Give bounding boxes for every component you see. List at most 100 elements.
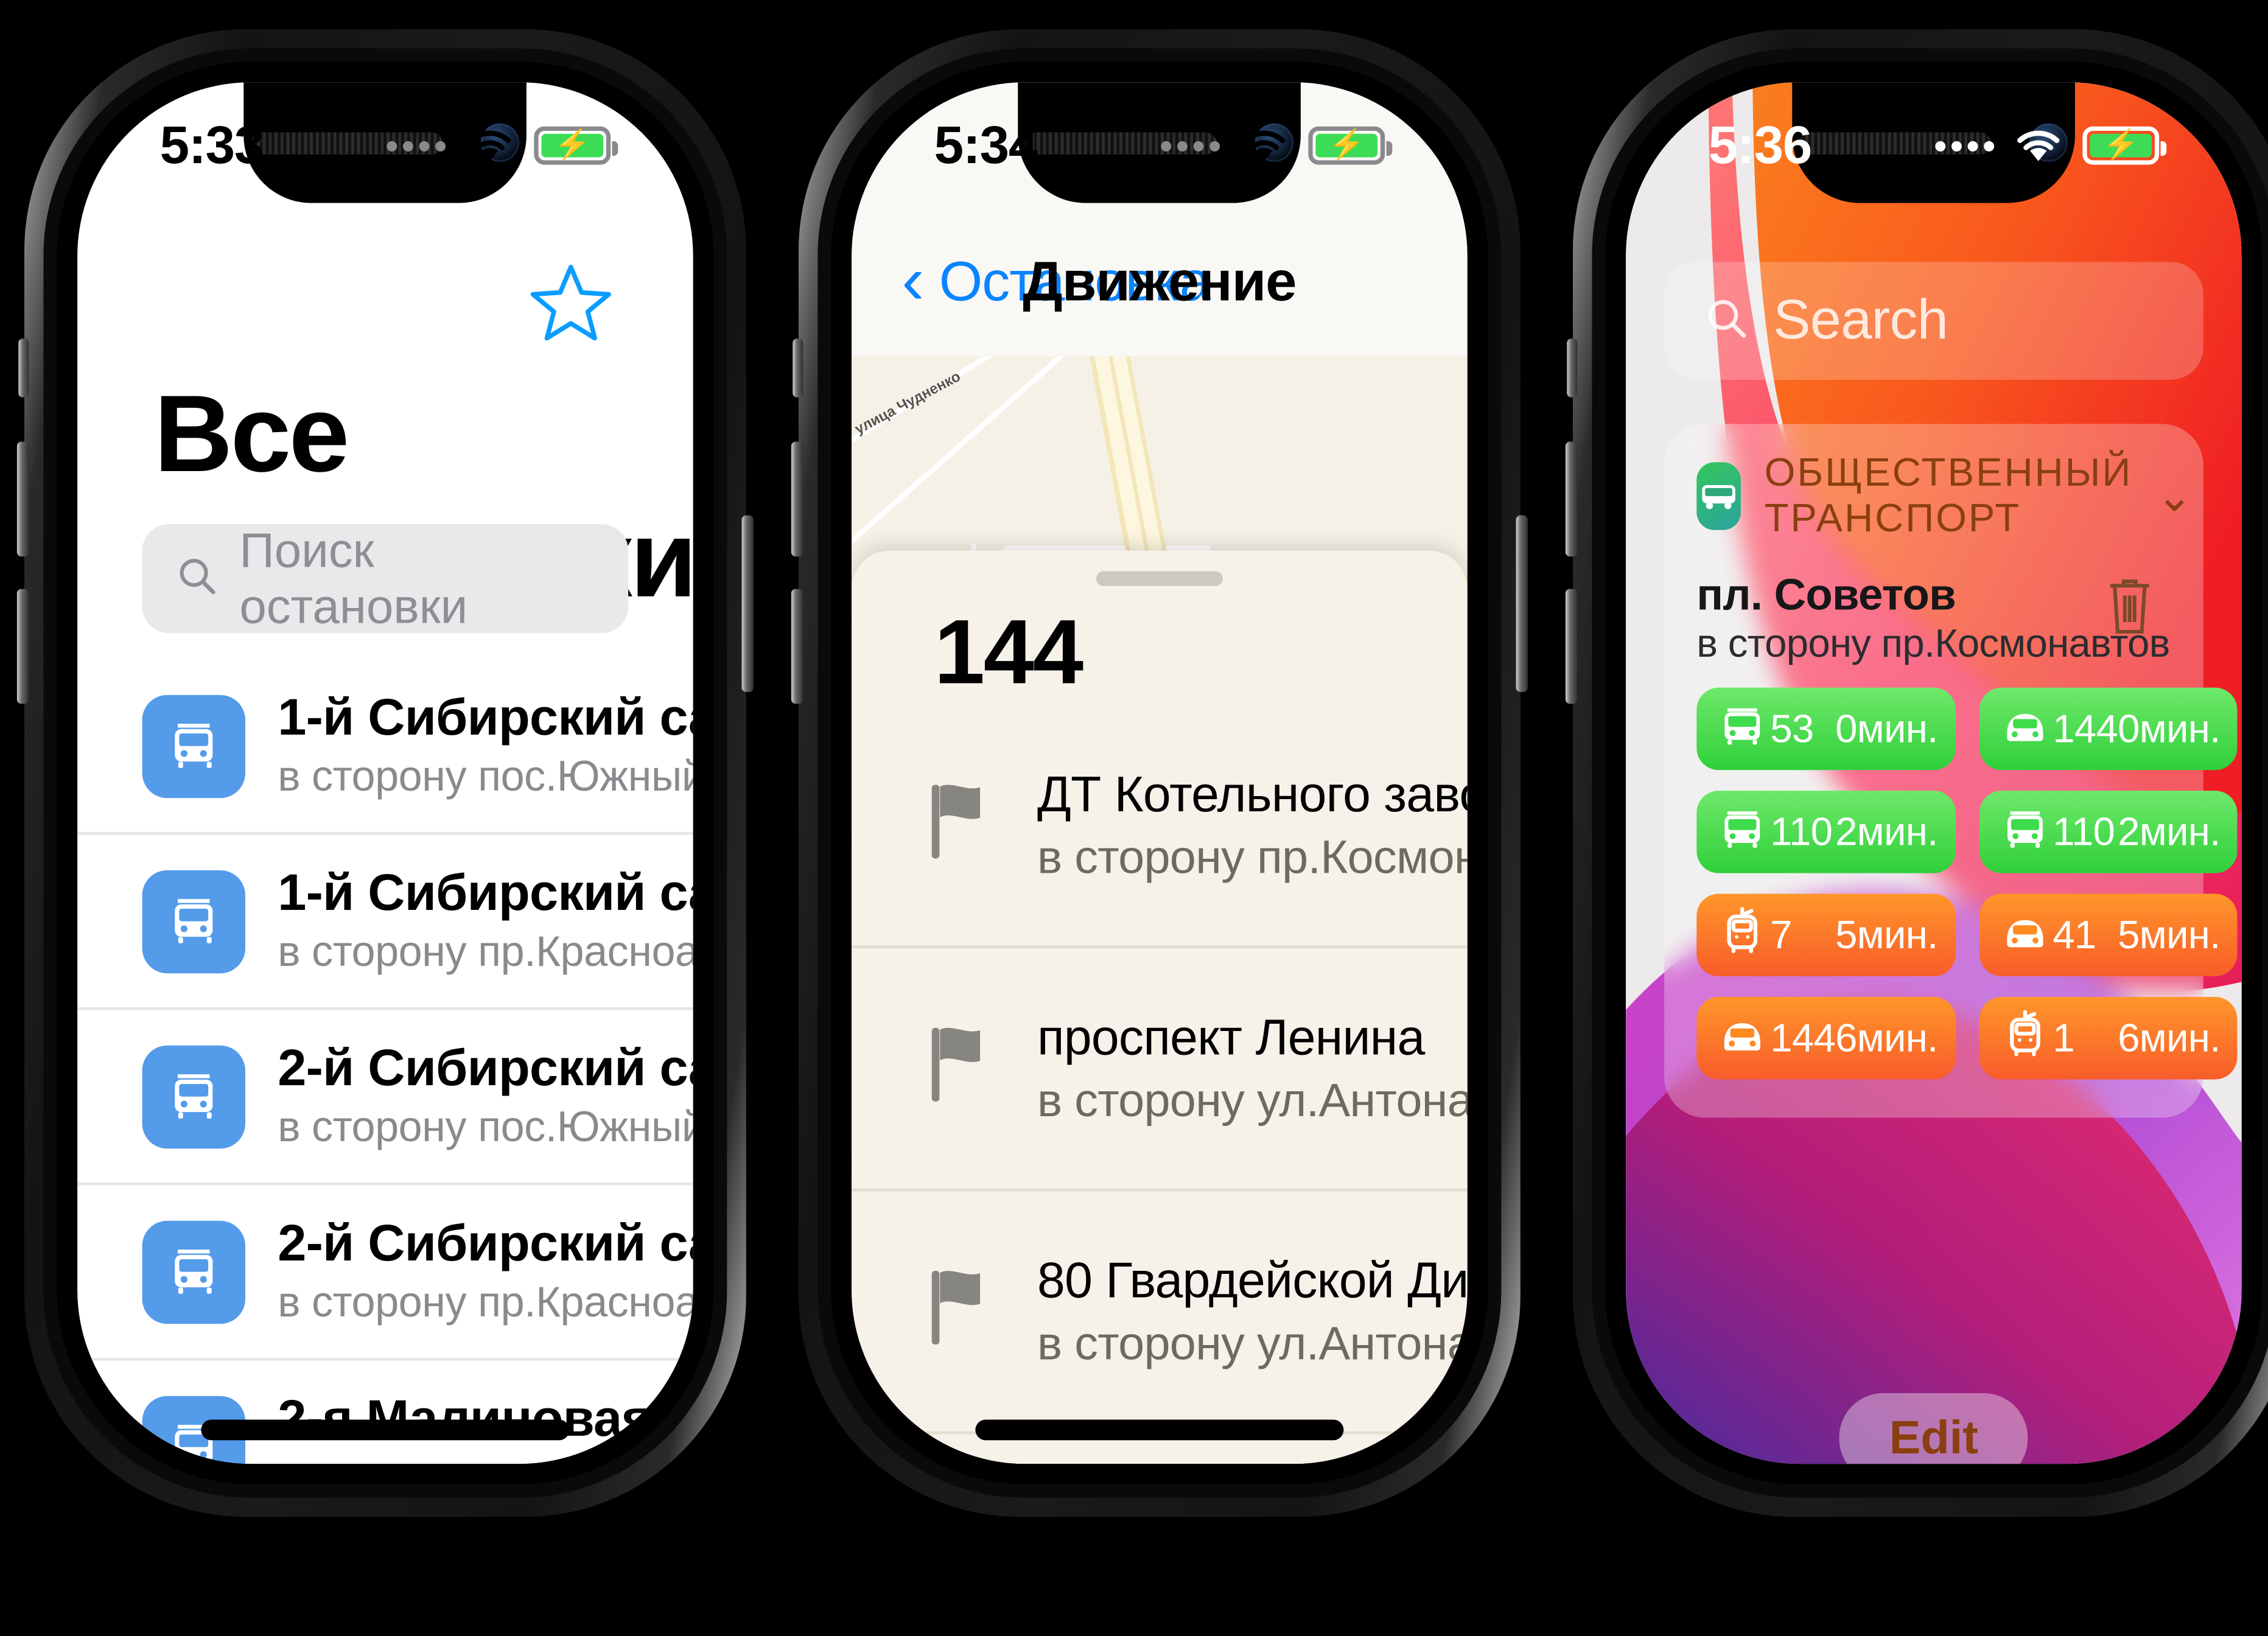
search-icon bbox=[1703, 293, 1749, 348]
search-input[interactable]: Поиск остановки bbox=[142, 522, 629, 634]
eta-value: 2мин. bbox=[1835, 809, 1938, 853]
route-number: 144 bbox=[934, 602, 1084, 704]
arrival-chip[interactable]: 110 2мин. bbox=[1979, 791, 2238, 873]
nav-title: Движение bbox=[1023, 251, 1297, 313]
volume-down-button[interactable] bbox=[791, 589, 803, 704]
volume-up-button[interactable] bbox=[1565, 441, 1578, 557]
stop-name: ДТ Котельного завода bbox=[1037, 766, 1468, 823]
status-time: 5:34 bbox=[934, 114, 1038, 175]
stop-name: 1-й Сибирский садовод bbox=[278, 864, 693, 922]
stops-list[interactable]: 1-й Сибирский садовод в сторону пос.Южный… bbox=[77, 660, 693, 1464]
stop-name: 2-й Сибирский садовод bbox=[278, 1215, 693, 1273]
volume-up-button[interactable] bbox=[791, 441, 803, 557]
list-item[interactable]: 2-я Малиноваяв сторону ул.Дружбы bbox=[77, 1361, 693, 1464]
stop-name: 80 Гвардейской Дивизии bbox=[1037, 1252, 1468, 1309]
phone-2-screen: 5:34 ⚡ Движение ‹ Остановка улица Чуднен… bbox=[852, 82, 1468, 1464]
arrival-chip[interactable]: 7 5мин. bbox=[1696, 893, 1956, 977]
stop-direction: в сторону ул.Дружбы bbox=[278, 1455, 691, 1464]
trash-icon[interactable] bbox=[2100, 572, 2159, 646]
stop-direction: в сторону ул.Антона Петрова bbox=[1037, 1315, 1468, 1369]
battery-charging-icon: ⚡ bbox=[534, 126, 618, 165]
stop-direction: в сторону пос.Южный bbox=[278, 1104, 693, 1152]
search-input[interactable]: Search bbox=[1664, 262, 2203, 380]
transit-widget[interactable]: ОБЩЕСТВЕННЫЙ ТРАНСПОРТ ⌄ пл. Советов в с… bbox=[1664, 424, 2238, 1118]
arrivals-grid[interactable]: 530мин. 1440мин. 60мин. 1102мин. 1102мин… bbox=[1696, 687, 2238, 1080]
cellular-dots-icon bbox=[1161, 140, 1220, 151]
search-placeholder: Поиск остановки bbox=[239, 522, 468, 634]
arrival-chip[interactable]: 144 6мин. bbox=[1696, 996, 1956, 1080]
route-stops-list[interactable]: ДТ Котельного завода в сторону пр.Космона… bbox=[852, 705, 1468, 1435]
stop-name: проспект Ленина bbox=[1037, 1009, 1425, 1066]
arrival-chip[interactable]: 1 6мин. bbox=[1979, 996, 2238, 1080]
phone-2-route-movement: 5:34 ⚡ Движение ‹ Остановка улица Чуднен… bbox=[791, 29, 1528, 1517]
edit-button[interactable]: Edit bbox=[1839, 1393, 2029, 1464]
cellular-dots-icon bbox=[387, 140, 446, 151]
list-item[interactable]: 1-й Сибирский садовод в сторону пр.Красно… bbox=[77, 835, 693, 1010]
status-bar: 5:36 ⚡ bbox=[1626, 82, 2242, 209]
route-number: 110 bbox=[1770, 809, 1833, 853]
minibus-icon bbox=[1714, 1007, 1770, 1070]
screenshot-canvas: 5:33 ⚡ Все остановки bbox=[0, 0, 2268, 1636]
eta-value: 0мин. bbox=[1835, 705, 1938, 750]
bus-icon bbox=[142, 694, 245, 798]
status-bar: 5:33 ⚡ bbox=[77, 82, 693, 209]
silent-switch[interactable] bbox=[1567, 338, 1578, 397]
flag-icon bbox=[928, 1025, 993, 1112]
phone-3-screen: 5:36 ⚡ Search ОБЩЕСТВЕННЫЙ ТРАНСПОРТ ⌄ п… bbox=[1626, 82, 2242, 1464]
status-time: 5:33 bbox=[159, 114, 264, 175]
bus-app-icon bbox=[1696, 462, 1741, 530]
bus-icon bbox=[1714, 697, 1770, 760]
arrival-chip[interactable]: 53 0мин. bbox=[1696, 687, 1956, 771]
table-row[interactable]: 80 Гвардейской Дивизии в сторону ул.Антон… bbox=[852, 1191, 1468, 1435]
bus-icon bbox=[142, 1044, 245, 1148]
minibus-icon bbox=[1997, 903, 2053, 967]
stop-direction: в сторону пр.Красноармейский bbox=[278, 929, 693, 977]
battery-charging-icon: ⚡ bbox=[1308, 126, 1393, 165]
search-icon bbox=[175, 553, 219, 604]
tram-icon bbox=[1714, 903, 1770, 967]
list-item[interactable]: 2-й Сибирский садовод в сторону пр.Красно… bbox=[77, 1186, 693, 1361]
widget-title: ОБЩЕСТВЕННЫЙ ТРАНСПОРТ bbox=[1764, 450, 2133, 540]
wifi-icon bbox=[2014, 127, 2063, 165]
table-row[interactable]: проспект Ленина в сторону ул.Антона Петро… bbox=[852, 948, 1468, 1192]
flag-icon bbox=[928, 782, 993, 869]
volume-up-button[interactable] bbox=[16, 441, 29, 557]
tram-icon bbox=[1997, 1007, 2053, 1070]
volume-down-button[interactable] bbox=[1565, 589, 1578, 704]
sheet-grabber[interactable] bbox=[1096, 571, 1223, 586]
wifi-icon bbox=[1239, 127, 1289, 165]
wifi-icon bbox=[465, 127, 515, 165]
list-item[interactable]: 2-й Сибирский садовод в сторону пос.Южны… bbox=[77, 1010, 693, 1186]
phone-1-all-stops: 5:33 ⚡ Все остановки bbox=[16, 29, 754, 1517]
bus-icon bbox=[142, 1220, 245, 1323]
eta-value: 0мин. bbox=[2118, 705, 2221, 750]
home-indicator[interactable] bbox=[201, 1419, 570, 1441]
table-row[interactable]: ДТ Котельного завода в сторону пр.Космона… bbox=[852, 705, 1468, 949]
phone-3-today-widget: 5:36 ⚡ Search ОБЩЕСТВЕННЫЙ ТРАНСПОРТ ⌄ п… bbox=[1565, 29, 2268, 1517]
flag-icon bbox=[928, 1268, 993, 1355]
favorites-star-button[interactable] bbox=[525, 259, 617, 355]
list-item[interactable]: 1-й Сибирский садовод в сторону пос.Южный bbox=[77, 660, 693, 835]
cellular-dots-icon bbox=[1935, 140, 1995, 151]
power-button[interactable] bbox=[741, 515, 754, 692]
power-button[interactable] bbox=[1516, 515, 1528, 692]
arrival-chip[interactable]: 144 0мин. bbox=[1979, 687, 2238, 771]
eta-value: 6мин. bbox=[2118, 1015, 2221, 1060]
stop-name: 1-й Сибирский садовод bbox=[278, 689, 693, 747]
route-number: 53 bbox=[1770, 705, 1814, 750]
route-bottom-sheet[interactable]: 144 ДТ Котельного завода в сторону пр.Кос… bbox=[852, 550, 1468, 1464]
stop-direction: в сторону пр.Космонавтов bbox=[1037, 830, 1468, 883]
volume-down-button[interactable] bbox=[16, 589, 29, 704]
route-number: 144 bbox=[2053, 705, 2118, 750]
route-number: 110 bbox=[2053, 809, 2115, 853]
silent-switch[interactable] bbox=[18, 338, 29, 397]
arrival-chip[interactable]: 41 5мин. bbox=[1979, 893, 2238, 977]
navigation-bar: Движение ‹ Остановка bbox=[852, 209, 1468, 357]
silent-switch[interactable] bbox=[793, 338, 803, 397]
eta-value: 6мин. bbox=[1835, 1015, 1938, 1060]
arrival-chip[interactable]: 110 2мин. bbox=[1696, 791, 1956, 873]
widget-header[interactable]: ОБЩЕСТВЕННЫЙ ТРАНСПОРТ ⌄ bbox=[1696, 450, 2193, 542]
stop-name: 2-й Сибирский садовод bbox=[278, 1040, 693, 1097]
chevron-down-icon[interactable]: ⌄ bbox=[2156, 470, 2193, 522]
home-indicator[interactable] bbox=[975, 1419, 1344, 1441]
